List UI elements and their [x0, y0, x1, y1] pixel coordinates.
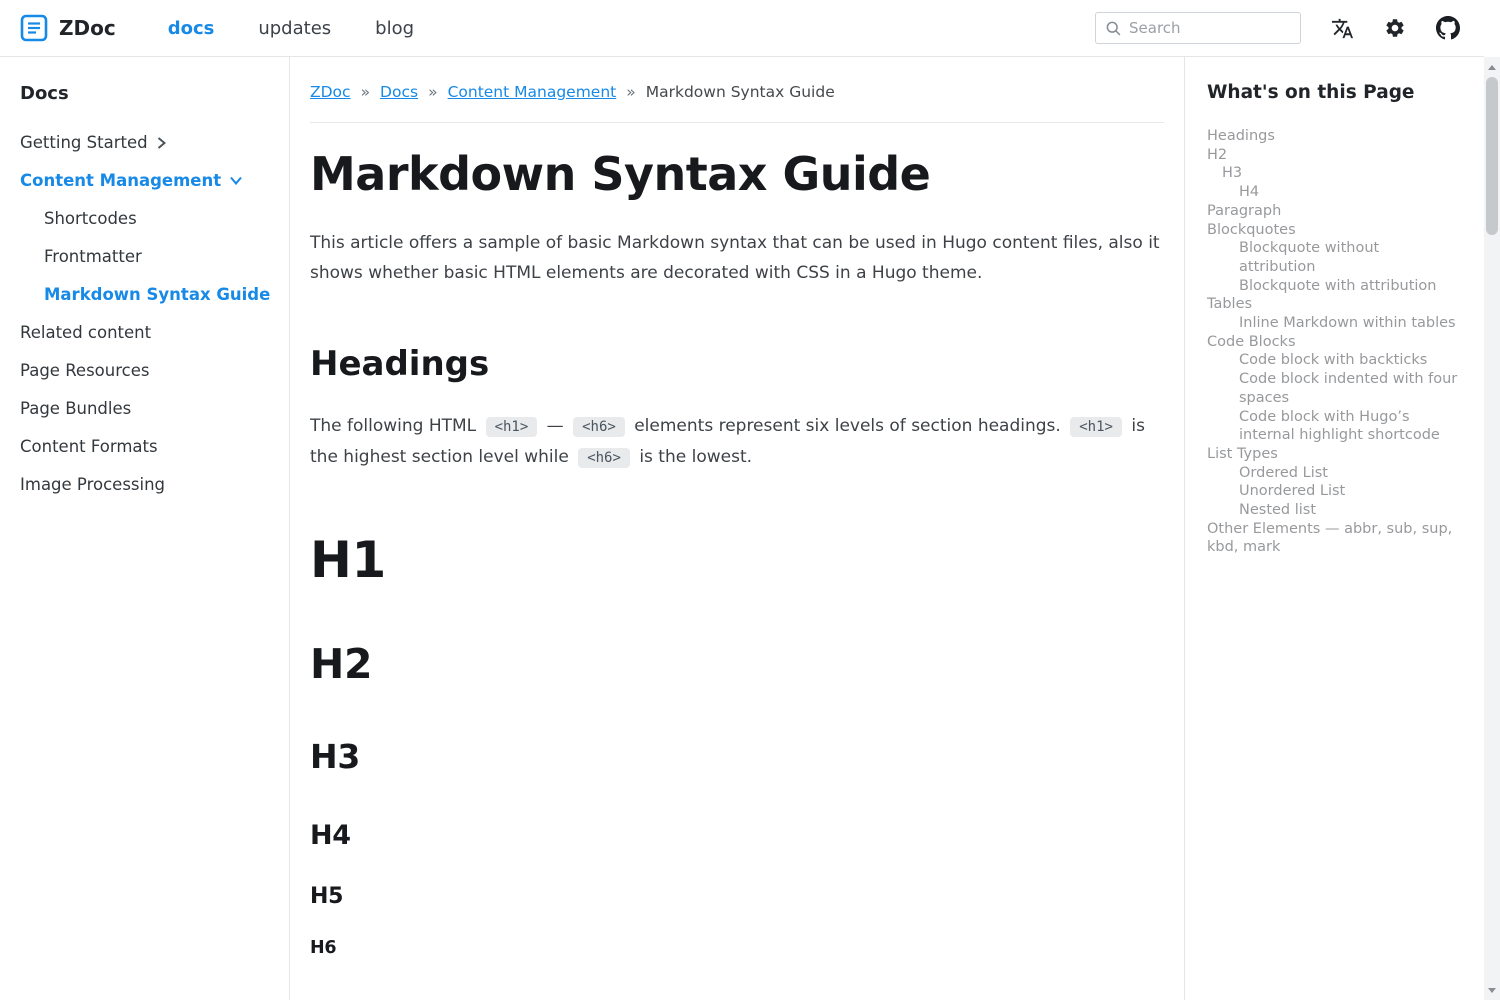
toc-item-paragraph[interactable]: Paragraph	[1207, 202, 1458, 221]
intro-paragraph: This article offers a sample of basic Ma…	[310, 228, 1164, 288]
navbar-right	[1095, 12, 1460, 44]
scrollbar[interactable]	[1484, 57, 1500, 1000]
inline-code-h1: <h1>	[1070, 417, 1122, 437]
search-box[interactable]	[1095, 12, 1301, 44]
toc-item-unordered-list[interactable]: Unordered List	[1207, 482, 1458, 501]
toc-item-h4[interactable]: H4	[1207, 183, 1458, 202]
toc-item-code-block-indented[interactable]: Code block indented with four spaces	[1207, 370, 1458, 407]
breadcrumb-link-docs[interactable]: Docs	[380, 83, 418, 101]
gear-icon[interactable]	[1384, 17, 1406, 39]
headings-paragraph: The following HTML <h1> — <h6> elements …	[310, 411, 1164, 473]
navbar-left: ZDoc docs updates blog	[20, 14, 414, 42]
paragraph-text: —	[541, 416, 569, 436]
section-heading-headings: Headings	[310, 344, 1164, 385]
page-toc: What's on this Page Headings H2 H3 H4 Pa…	[1184, 57, 1484, 1000]
sidebar-title: Docs	[20, 83, 273, 104]
inline-code-h1: <h1>	[486, 417, 538, 437]
page-layout: Docs Getting Started Content Management …	[0, 57, 1484, 1000]
demo-heading-h6: H6	[310, 938, 1164, 958]
toc-item-blockquotes[interactable]: Blockquotes	[1207, 221, 1458, 240]
sidebar-item-page-resources[interactable]: Page Resources	[20, 360, 273, 381]
translate-icon[interactable]	[1331, 17, 1354, 40]
chevron-right-icon	[157, 137, 166, 149]
search-icon	[1105, 20, 1122, 37]
demo-heading-h3: H3	[310, 738, 1164, 776]
breadcrumb-separator: »	[626, 83, 635, 101]
search-input[interactable]	[1129, 19, 1291, 37]
nav-link-updates[interactable]: updates	[258, 18, 331, 39]
brand-name[interactable]: ZDoc	[59, 16, 116, 40]
toc-item-code-blocks[interactable]: Code Blocks	[1207, 333, 1458, 352]
demo-heading-h4: H4	[310, 820, 1164, 851]
paragraph-text: is the lowest.	[634, 447, 752, 467]
toc-item-h2[interactable]: H2	[1207, 146, 1458, 165]
page-title: Markdown Syntax Guide	[310, 147, 1164, 202]
docs-sidebar: Docs Getting Started Content Management …	[0, 57, 290, 1000]
toc-item-blockquote-without-attribution[interactable]: Blockquote without attribution	[1207, 239, 1458, 276]
toc-item-code-block-highlight-shortcode[interactable]: Code block with Hugo’s internal highligh…	[1207, 408, 1458, 445]
inline-code-h6: <h6>	[578, 448, 630, 468]
sidebar-item-shortcodes[interactable]: Shortcodes	[20, 208, 273, 229]
toc-item-list-types[interactable]: List Types	[1207, 445, 1458, 464]
main-content: ZDoc » Docs » Content Management » Markd…	[290, 57, 1184, 1000]
inline-code-h6: <h6>	[573, 417, 625, 437]
paragraph-text: elements represent six levels of section…	[629, 416, 1066, 436]
sidebar-item-content-management[interactable]: Content Management	[20, 170, 273, 191]
triangle-up-icon	[1488, 65, 1496, 70]
breadcrumb-separator: »	[361, 83, 370, 101]
toc-item-other-elements[interactable]: Other Elements — abbr, sub, sup, kbd, ma…	[1207, 520, 1458, 557]
main-nav: docs updates blog	[168, 18, 414, 39]
sidebar-item-frontmatter[interactable]: Frontmatter	[20, 246, 273, 267]
toc-item-nested-list[interactable]: Nested list	[1207, 501, 1458, 520]
top-navbar: ZDoc docs updates blog	[0, 0, 1484, 57]
toc-item-inline-markdown-within-tables[interactable]: Inline Markdown within tables	[1207, 314, 1458, 333]
sidebar-item-page-bundles[interactable]: Page Bundles	[20, 398, 273, 419]
sidebar-item-label: Content Management	[20, 170, 221, 191]
scrollbar-up-arrow[interactable]	[1484, 59, 1500, 75]
sidebar-item-label: Getting Started	[20, 132, 148, 153]
zdoc-logo-icon[interactable]	[20, 14, 48, 42]
toc-item-h3[interactable]: H3	[1207, 164, 1458, 183]
demo-heading-h2: H2	[310, 641, 1164, 688]
toc-title: What's on this Page	[1207, 82, 1458, 103]
breadcrumb-link-zdoc[interactable]: ZDoc	[310, 83, 351, 101]
sidebar-item-markdown-syntax-guide[interactable]: Markdown Syntax Guide	[20, 284, 273, 305]
triangle-down-icon	[1488, 988, 1496, 993]
chevron-down-icon	[230, 176, 242, 185]
demo-heading-h1: H1	[310, 531, 1164, 589]
nav-link-blog[interactable]: blog	[375, 18, 414, 39]
sidebar-item-related-content[interactable]: Related content	[20, 322, 273, 343]
github-icon[interactable]	[1436, 16, 1460, 40]
demo-heading-h5: H5	[310, 884, 1164, 909]
scrollbar-down-arrow[interactable]	[1484, 982, 1500, 998]
toc-item-blockquote-with-attribution[interactable]: Blockquote with attribution	[1207, 277, 1458, 296]
breadcrumb-link-content-management[interactable]: Content Management	[448, 83, 617, 101]
scrollbar-thumb[interactable]	[1486, 77, 1498, 235]
breadcrumb-current: Markdown Syntax Guide	[646, 83, 835, 101]
nav-link-docs[interactable]: docs	[168, 18, 215, 39]
toc-item-headings[interactable]: Headings	[1207, 127, 1458, 146]
breadcrumb: ZDoc » Docs » Content Management » Markd…	[310, 83, 1164, 101]
breadcrumb-divider	[310, 122, 1164, 123]
sidebar-item-getting-started[interactable]: Getting Started	[20, 132, 273, 153]
toc-item-ordered-list[interactable]: Ordered List	[1207, 464, 1458, 483]
paragraph-text: The following HTML	[310, 416, 482, 436]
sidebar-item-content-formats[interactable]: Content Formats	[20, 436, 273, 457]
toc-item-code-block-with-backticks[interactable]: Code block with backticks	[1207, 351, 1458, 370]
breadcrumb-separator: »	[428, 83, 437, 101]
toc-item-tables[interactable]: Tables	[1207, 295, 1458, 314]
sidebar-item-image-processing[interactable]: Image Processing	[20, 474, 273, 495]
